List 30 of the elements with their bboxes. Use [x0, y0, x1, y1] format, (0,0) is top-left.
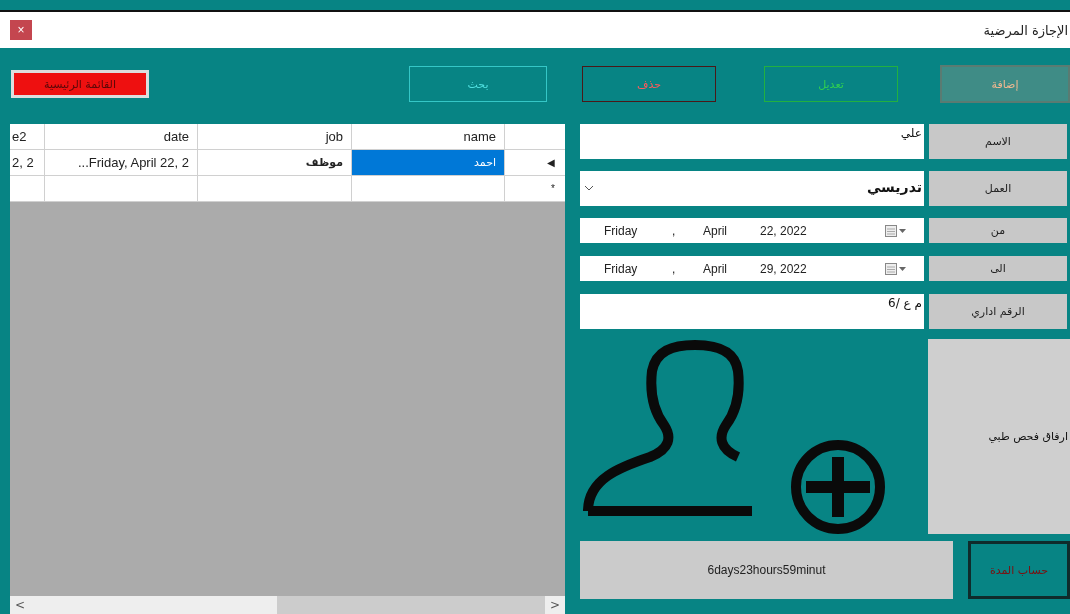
new-row-indicator: *: [551, 183, 555, 194]
field-label: الى: [929, 256, 1067, 281]
attach-medical-exam-button[interactable]: ارفاق فحص طبي: [928, 339, 1070, 534]
close-button[interactable]: ×: [10, 20, 32, 40]
column-header[interactable]: job: [198, 124, 352, 150]
column-header[interactable]: date: [45, 124, 198, 150]
row-indicator: ◀: [547, 157, 555, 168]
column-header[interactable]: e2: [10, 124, 45, 150]
calendar-dropdown-icon: [885, 224, 907, 237]
field-label: الاسم: [929, 124, 1067, 159]
window-title: الإجازة المرضية: [983, 22, 1068, 38]
duration-display: 6days23hours59minut: [580, 541, 953, 599]
table-cell: 2, 2: [10, 150, 45, 176]
calendar-dropdown-icon: [885, 262, 907, 275]
text-field[interactable]: م ع /6: [580, 294, 924, 329]
table-cell: احمد: [352, 150, 505, 176]
scroll-left-button[interactable]: <: [10, 598, 30, 612]
field-label: الرقم اداري: [929, 294, 1067, 329]
horizontal-scrollbar[interactable]: < >: [10, 596, 565, 614]
table-cell: ...Friday, April 22, 2: [45, 150, 198, 176]
text-field[interactable]: علي: [580, 124, 924, 159]
scroll-right-button[interactable]: >: [545, 598, 565, 612]
table-cell: [10, 176, 45, 202]
field-label: العمل: [929, 171, 1067, 206]
dropdown-field[interactable]: تدريسي: [580, 171, 924, 206]
date-picker[interactable]: Friday , April 22, 2022: [580, 218, 924, 243]
chevron-down-icon: [584, 185, 594, 191]
table-cell: موظف: [198, 150, 352, 176]
date-picker[interactable]: Friday , April 29, 2022: [580, 256, 924, 281]
field-label: من: [929, 218, 1067, 243]
